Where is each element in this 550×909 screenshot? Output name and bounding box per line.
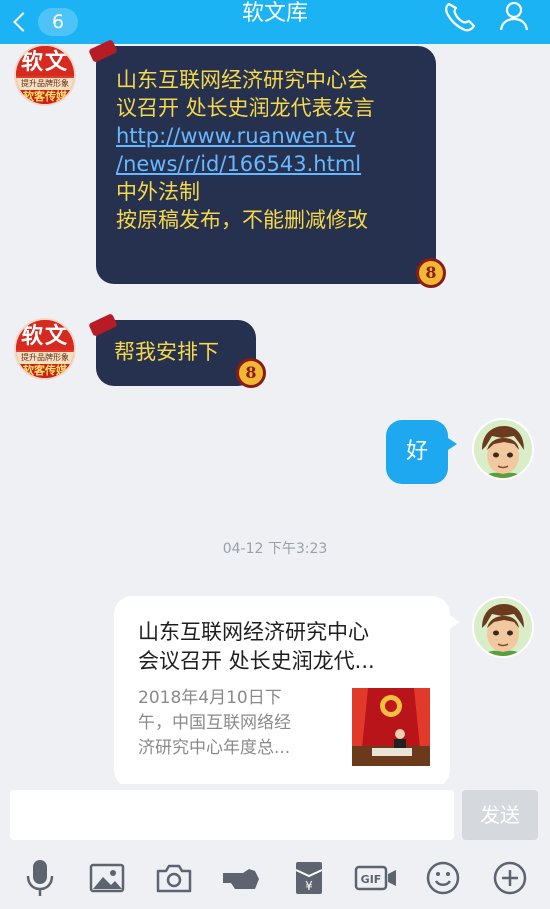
camera-button[interactable] bbox=[152, 856, 196, 900]
more-button[interactable] bbox=[488, 856, 532, 900]
message-text: 好 bbox=[405, 439, 428, 464]
message-text: 帮我安排下 bbox=[114, 340, 219, 364]
card-title-line: 会议召开 处长史润龙代... bbox=[138, 649, 375, 673]
card-title-line: 山东互联网经济研究中心 bbox=[138, 620, 369, 644]
message-line: 山东互联网经济研究中心会 bbox=[116, 68, 368, 92]
link-preview-card[interactable]: 山东互联网经济研究中心 会议召开 处长史润龙代... 2018年4月10日下 午… bbox=[114, 596, 460, 788]
composer: 发送 bbox=[0, 784, 550, 842]
card-description: 2018年4月10日下 午，中国互联网络经 济研究中心年度总... bbox=[138, 686, 338, 761]
avatar-text: 软文 bbox=[16, 320, 74, 350]
gif-button[interactable]: GIF bbox=[354, 856, 398, 900]
card-thumbnail bbox=[352, 688, 430, 766]
poke-icon bbox=[223, 868, 260, 889]
vip-8-badge-icon: 8 bbox=[416, 258, 446, 288]
my-avatar[interactable] bbox=[472, 596, 534, 658]
cartoon-face-icon bbox=[474, 598, 532, 656]
message-line: 议召开 处长史润龙代表发言 bbox=[116, 96, 375, 120]
photo-album-button[interactable] bbox=[85, 856, 129, 900]
message-input[interactable] bbox=[10, 790, 454, 840]
card-desc-line: 午，中国互联网络经 bbox=[138, 713, 291, 733]
contact-avatar[interactable]: 软文 提升品牌形象 软客传媒 bbox=[14, 318, 76, 380]
red-packet-icon: ¥ bbox=[295, 861, 323, 894]
phone-call-button[interactable] bbox=[438, 0, 482, 34]
message-line: 中外法制 bbox=[116, 180, 200, 204]
my-message-bubble[interactable]: 好 bbox=[386, 420, 457, 484]
user-icon bbox=[499, 2, 529, 31]
image-icon bbox=[89, 863, 125, 892]
my-avatar[interactable] bbox=[472, 418, 534, 480]
contact-profile-button[interactable] bbox=[492, 0, 536, 34]
avatar-subtext: 提升品牌形象 bbox=[16, 352, 74, 364]
camera-icon bbox=[156, 864, 192, 892]
message-link[interactable]: /news/r/id/166543.html bbox=[116, 152, 361, 176]
avatar-bottom-text: 软客传媒 bbox=[16, 90, 74, 104]
poke-button[interactable] bbox=[219, 856, 263, 900]
avatar-text: 软文 bbox=[16, 46, 74, 76]
message-line: 按原稿发布，不能删减修改 bbox=[116, 208, 368, 232]
chat-header: 6 软文库 bbox=[0, 0, 550, 44]
card-title: 山东互联网经济研究中心 会议召开 处长史润龙代... bbox=[138, 618, 434, 676]
avatar-subtext: 提升品牌形象 bbox=[16, 78, 74, 90]
contact-avatar[interactable]: 软文 提升品牌形象 软客传媒 bbox=[14, 44, 76, 106]
emoji-icon bbox=[426, 861, 460, 894]
cartoon-face-icon bbox=[474, 420, 532, 478]
emoji-button[interactable] bbox=[421, 856, 465, 900]
message-timestamp: 04-12 下午3:23 bbox=[222, 541, 328, 557]
svg-text:GIF: GIF bbox=[361, 873, 382, 886]
svg-text:¥: ¥ bbox=[305, 879, 313, 893]
card-desc-line: 2018年4月10日下 bbox=[138, 688, 282, 708]
gif-icon: GIF bbox=[354, 865, 396, 890]
phone-icon bbox=[445, 2, 476, 32]
avatar-bottom-text: 软客传媒 bbox=[16, 364, 74, 378]
message-link[interactable]: http://www.ruanwen.tv bbox=[116, 124, 355, 148]
conference-photo-icon bbox=[352, 688, 430, 766]
send-button[interactable]: 发送 bbox=[462, 790, 538, 840]
red-packet-button[interactable]: ¥ bbox=[287, 856, 331, 900]
card-desc-line: 济研究中心年度总... bbox=[138, 738, 291, 758]
plus-icon bbox=[494, 861, 527, 894]
voice-button[interactable] bbox=[18, 856, 62, 900]
message-bubble[interactable]: 帮我安排下 bbox=[96, 320, 256, 386]
microphone-icon bbox=[26, 859, 53, 896]
vip-8-badge-icon: 8 bbox=[236, 358, 266, 388]
message-bubble[interactable]: 山东互联网经济研究中心会 议召开 处长史润龙代表发言 http://www.ru… bbox=[96, 46, 436, 284]
composer-toolbar: ¥ GIF bbox=[0, 846, 550, 909]
